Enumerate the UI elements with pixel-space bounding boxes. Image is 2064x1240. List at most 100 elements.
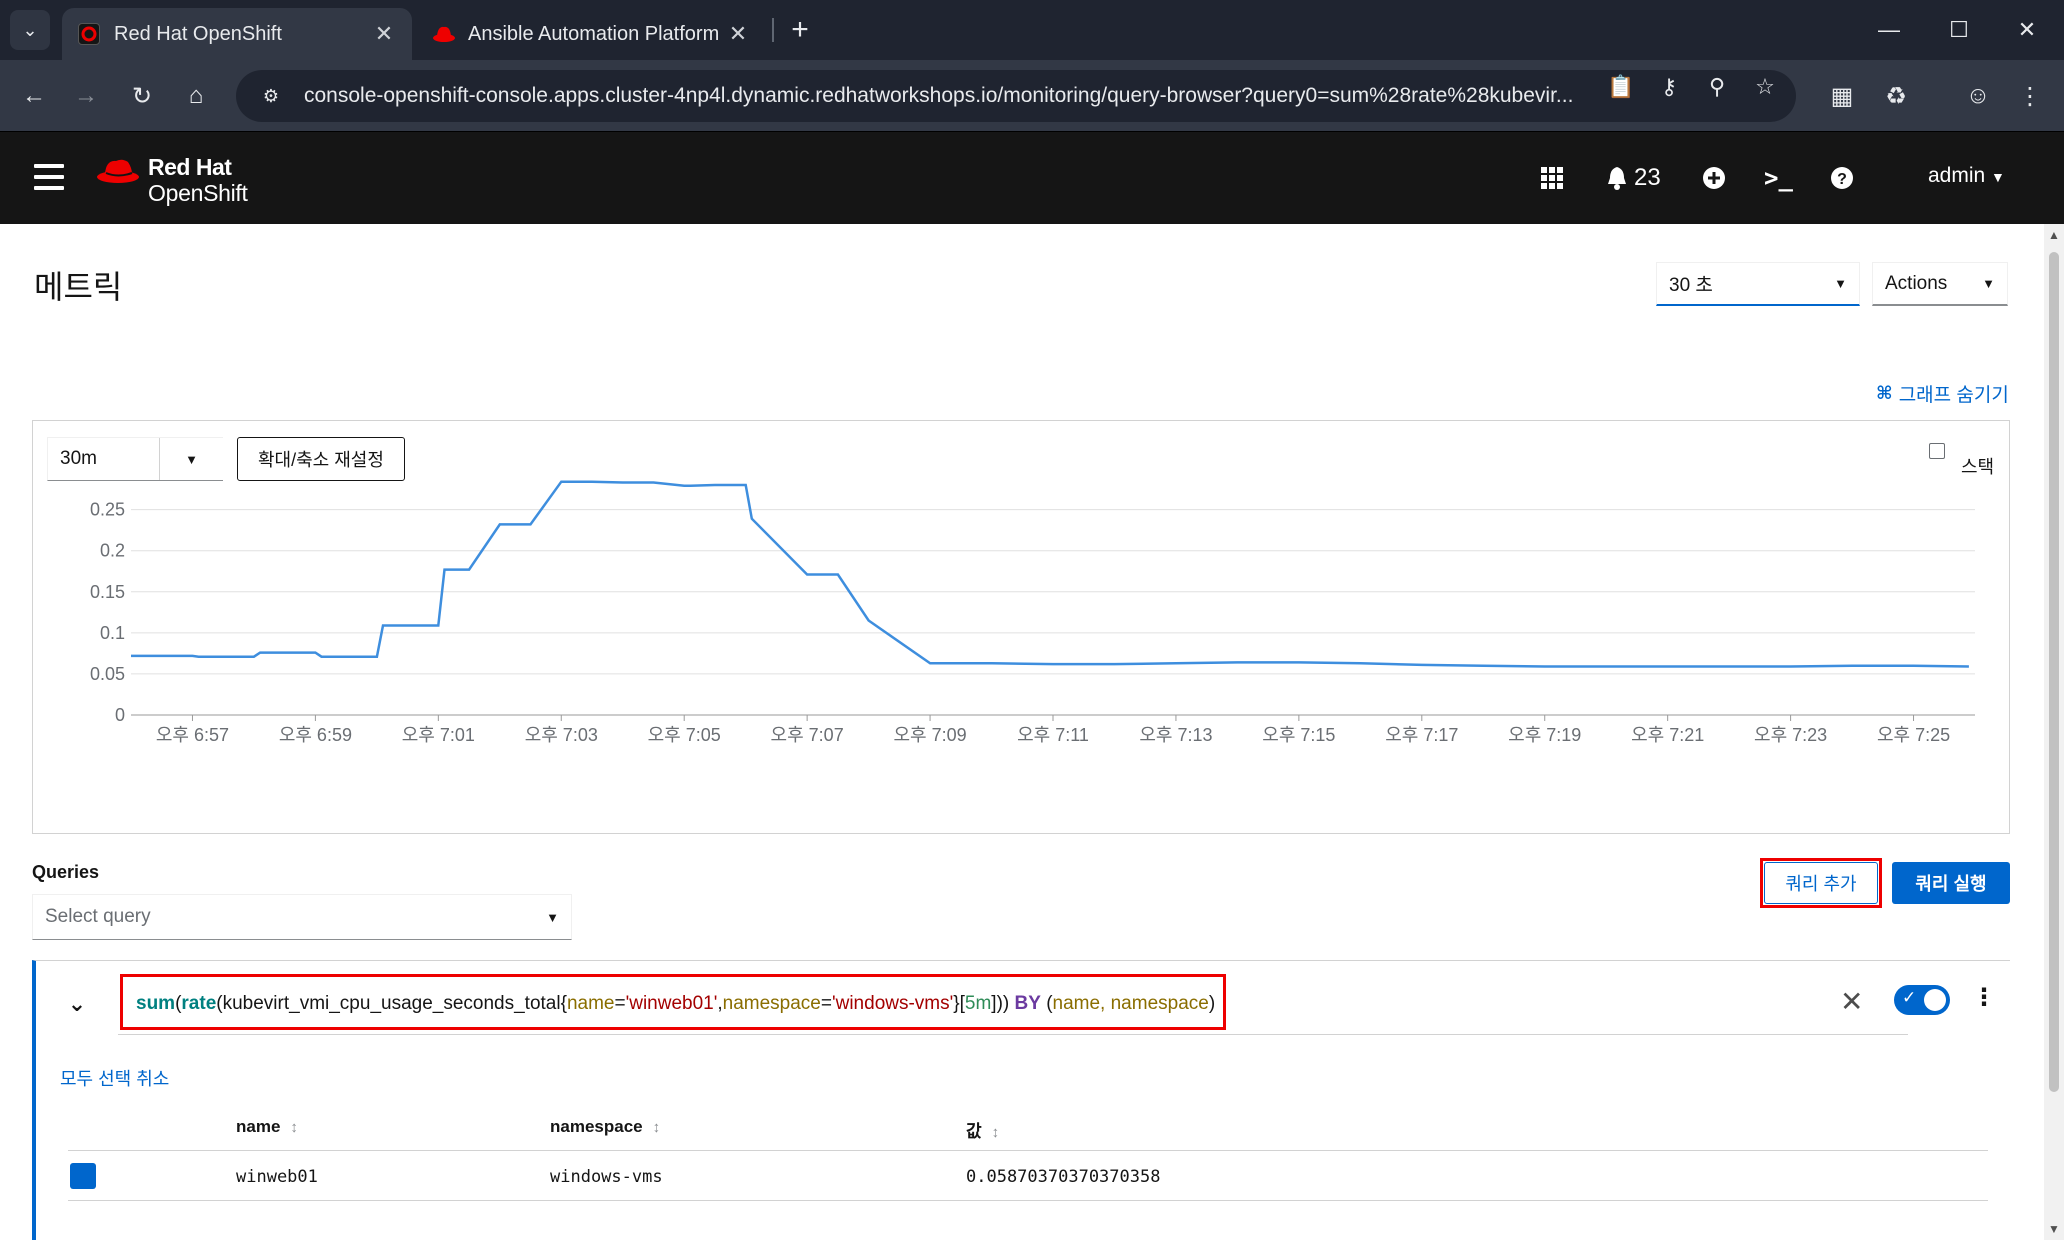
table-header: name ↕ namespace ↕ 값 ↕: [68, 1101, 1988, 1151]
extensions-puzzle-icon[interactable]: ♻: [1876, 76, 1916, 116]
time-range-value: 30m: [60, 448, 97, 469]
url-text[interactable]: console-openshift-console.apps.cluster-4…: [304, 84, 1644, 108]
caret-down-icon: ▼: [1834, 276, 1847, 291]
column-header-value[interactable]: 값 ↕: [966, 1117, 999, 1142]
close-window-icon[interactable]: ✕: [2002, 10, 2052, 50]
x-tick-label: 오후 7:05: [648, 725, 721, 745]
tab-title: Red Hat OpenShift: [114, 22, 282, 45]
help-question-icon[interactable]: ?: [1830, 160, 1854, 196]
scroll-down-arrow-icon[interactable]: ▼: [2048, 1222, 2060, 1236]
actions-dropdown[interactable]: Actions ▼: [1872, 262, 2008, 306]
terminal-icon[interactable]: >_: [1764, 160, 1793, 196]
query-kebab-menu-icon[interactable]: ⋮: [1972, 983, 1996, 1012]
table-row[interactable]: winweb01 windows-vms 0.05870370370370358: [68, 1151, 1988, 1201]
toggle-knob: [1924, 989, 1946, 1011]
stack-checkbox[interactable]: [1929, 443, 1945, 459]
clear-query-close-icon[interactable]: ✕: [1840, 985, 1863, 1018]
column-header-name[interactable]: name ↕: [236, 1117, 298, 1137]
close-tab-icon[interactable]: ✕: [726, 21, 750, 47]
unselect-all-link[interactable]: 모두 선택 취소: [60, 1065, 169, 1091]
add-query-highlight-box: [1760, 858, 1882, 908]
address-bar[interactable]: ⚙ console-openshift-console.apps.cluster…: [236, 70, 1796, 122]
caret-down-icon: ▼: [546, 909, 559, 925]
close-tab-icon[interactable]: ✕: [372, 21, 396, 47]
y-tick-label: 0.05: [90, 664, 125, 684]
back-icon[interactable]: ←: [14, 76, 54, 116]
chevron-down-icon[interactable]: ⌄: [62, 989, 92, 1019]
y-tick-label: 0.2: [100, 541, 125, 561]
caret-down-icon: ▼: [159, 438, 223, 480]
zoom-icon[interactable]: ⚲: [1704, 74, 1730, 100]
new-tab-plus-icon[interactable]: +: [782, 12, 818, 48]
page-title: 메트릭: [34, 269, 123, 305]
time-range-dropdown[interactable]: 30m ▼: [47, 437, 223, 481]
column-label: namespace: [550, 1117, 643, 1136]
reload-icon[interactable]: ↻: [122, 76, 162, 116]
site-info-icon[interactable]: ⚙: [258, 83, 284, 109]
maximize-icon[interactable]: ☐: [1934, 10, 1984, 50]
tab-search-chevron-icon[interactable]: ⌄: [10, 10, 50, 50]
select-query-dropdown[interactable]: Select query ▼: [32, 894, 572, 940]
reset-zoom-button[interactable]: 확대/축소 재설정: [237, 437, 405, 481]
run-queries-button[interactable]: 쿼리 실행: [1892, 862, 2010, 904]
forward-icon[interactable]: →: [66, 76, 106, 116]
refresh-interval-dropdown[interactable]: 30 초 ▼: [1656, 262, 1860, 306]
browser-tab-strip: ⌄ Red Hat OpenShift ✕ Ansible Automation…: [0, 0, 2064, 60]
openshift-masthead: Red Hat OpenShift 23 >_ ? admin ▼: [0, 132, 2064, 224]
y-tick-label: 0.1: [100, 623, 125, 643]
hide-graph-button[interactable]: ⌘ 그래프 숨기기: [1876, 380, 2009, 407]
select-query-placeholder: Select query: [45, 906, 151, 927]
redhat-favicon-icon: [432, 23, 455, 45]
series-color-swatch[interactable]: [70, 1163, 96, 1189]
results-table: name ↕ namespace ↕ 값 ↕ winweb01 windows-vms…: [68, 1101, 1988, 1201]
scroll-up-arrow-icon[interactable]: ▲: [2048, 228, 2060, 242]
minimize-icon[interactable]: —: [1864, 10, 1914, 50]
brand-redhat: Red Hat: [148, 154, 232, 180]
app-launcher-grid-icon[interactable]: [1540, 160, 1564, 196]
actions-label: Actions: [1885, 272, 1948, 294]
graph-card: 30m ▼ 확대/축소 재설정 스택 0 0.05 0.1 0.15 0.2 0.25 오후…: [32, 420, 2010, 834]
x-tick-label: 오후 7:15: [1262, 725, 1335, 745]
nav-hamburger-icon[interactable]: [34, 164, 64, 190]
x-tick-label: 오후 7:21: [1631, 725, 1704, 745]
browser-menu-kebab-icon[interactable]: ⋮: [2010, 76, 2050, 116]
clipboard-icon[interactable]: 📋: [1607, 74, 1634, 100]
x-tick-label: 오후 7:07: [771, 725, 844, 745]
home-icon[interactable]: ⌂: [176, 76, 216, 116]
sort-icon: ↕: [290, 1119, 298, 1136]
browser-tab-openshift[interactable]: Red Hat OpenShift ✕: [62, 8, 412, 60]
redhat-openshift-logo[interactable]: Red Hat OpenShift: [96, 150, 276, 206]
scrollbar-thumb[interactable]: [2049, 252, 2059, 1092]
tab-separator: [772, 18, 774, 42]
queries-heading: Queries: [32, 862, 100, 882]
query-highlight-box: [120, 974, 1226, 1030]
username: admin: [1928, 164, 1986, 187]
metrics-line-chart[interactable]: 0 0.05 0.1 0.15 0.2 0.25 오후 6:57 오후 6:59 오후 7:01…: [33, 477, 2009, 777]
sort-icon: ↕: [991, 1124, 1000, 1141]
password-key-icon[interactable]: ⚷: [1656, 74, 1682, 100]
openshift-favicon-icon: [78, 23, 100, 45]
stack-label: 스택: [1961, 457, 1995, 477]
add-plus-circle-icon[interactable]: [1702, 160, 1726, 196]
user-menu[interactable]: admin ▼: [1928, 164, 2005, 188]
query-enabled-toggle[interactable]: ✓: [1894, 985, 1950, 1015]
notification-count: 23: [1634, 164, 1661, 191]
notifications-bell-button[interactable]: 23: [1606, 160, 1661, 196]
x-tick-label: 오후 7:19: [1508, 725, 1581, 745]
query-panel: ⌄ sum(rate(kubevirt_vmi_cpu_usage_second…: [32, 960, 2010, 1240]
qr-code-icon[interactable]: ▦: [1822, 76, 1862, 116]
column-header-namespace[interactable]: namespace ↕: [550, 1117, 660, 1137]
caret-down-icon: ▼: [1982, 276, 1995, 291]
x-tick-label: 오후 7:23: [1754, 725, 1827, 745]
sort-icon: ↕: [652, 1119, 661, 1136]
bookmark-star-icon[interactable]: ☆: [1752, 74, 1778, 100]
browser-tab-ansible[interactable]: Ansible Automation Platform ✕: [416, 8, 766, 60]
tab-title: Ansible Automation Platform: [468, 22, 720, 45]
profile-avatar-icon[interactable]: ☺: [1958, 76, 1998, 116]
y-tick-label: 0.25: [90, 500, 125, 520]
cell-value: 0.05870370370370358: [966, 1167, 1161, 1187]
page-scrollbar[interactable]: ▲ ▼: [2044, 224, 2064, 1240]
x-tick-label: 오후 7:11: [1017, 725, 1089, 745]
cell-name: winweb01: [236, 1167, 318, 1187]
caret-down-icon: ▼: [1991, 169, 2005, 185]
